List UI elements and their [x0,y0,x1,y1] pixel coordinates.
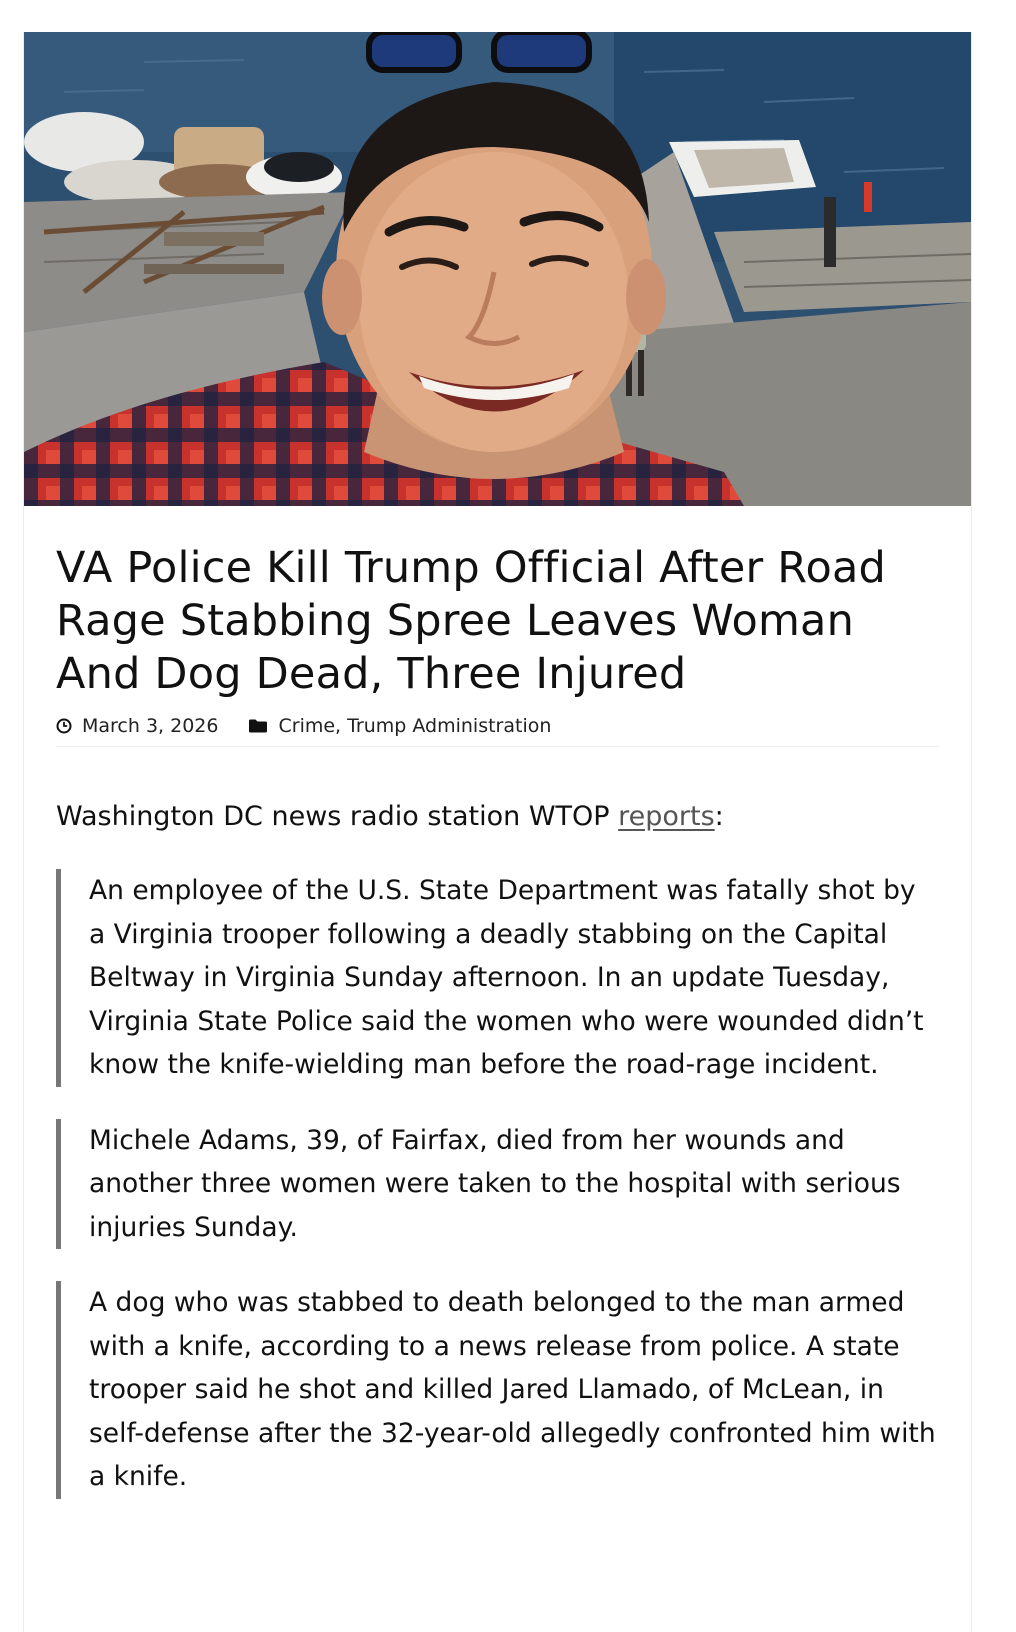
quote-text: An employee of the U.S. State Department… [89,875,924,1080]
quote-text: A dog who was stabbed to death belonged … [89,1287,936,1492]
article-title: VA Police Kill Trump Official After Road… [56,543,886,699]
article-content: VA Police Kill Trump Official After Road… [24,506,971,1499]
featured-image [24,32,971,506]
reports-link[interactable]: reports [618,801,715,832]
intro-suffix: : [714,801,724,832]
blockquote: A dog who was stabbed to death belonged … [56,1281,939,1499]
quote-text: Michele Adams, 39, of Fairfax, died from… [89,1124,901,1243]
clock-icon [56,718,72,734]
blockquote: Michele Adams, 39, of Fairfax, died from… [56,1118,939,1249]
category-link-trump-administration[interactable]: Trump Administration [347,715,551,737]
category-link-crime[interactable]: Crime [278,715,335,737]
folder-icon [248,718,268,734]
intro-paragraph: Washington DC news radio station WTOP re… [56,799,939,835]
intro-text: Washington DC news radio station WTOP [56,801,619,832]
category-separator: , [335,715,342,737]
blockquote: An employee of the U.S. State Department… [56,869,939,1087]
article-meta: March 3, 2026 Crime , Trump Administrati… [56,715,939,747]
article-card: VA Police Kill Trump Official After Road… [23,32,972,1632]
publish-date: March 3, 2026 [82,715,219,737]
